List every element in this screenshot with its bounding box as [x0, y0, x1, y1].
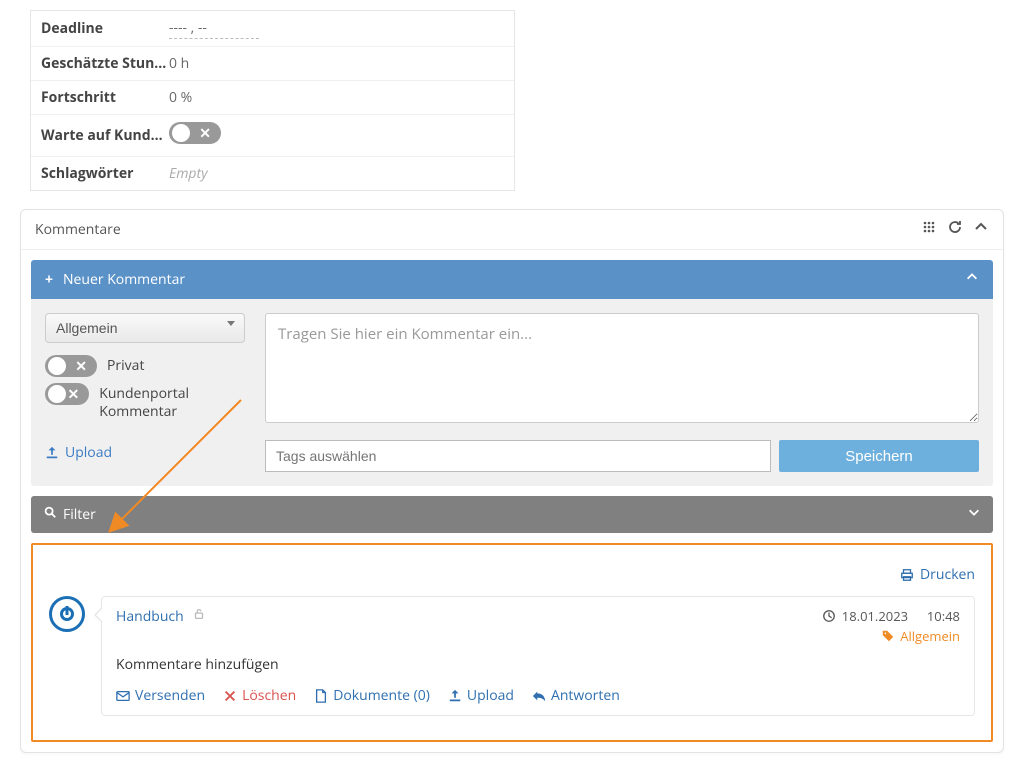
upload-icon: [45, 446, 59, 460]
category-select[interactable]: Allgemein: [45, 313, 245, 343]
new-comment-bar[interactable]: + Neuer Kommentar: [31, 260, 993, 299]
comment-author[interactable]: Handbuch: [116, 607, 184, 626]
row-tags: Schlagwörter Empty: [31, 157, 514, 190]
print-label: Drucken: [920, 565, 975, 584]
search-icon: [43, 505, 57, 524]
portal-label: Kundenportal Kommentar: [99, 383, 245, 421]
comment-text: Kommentare hinzufügen: [116, 655, 960, 674]
privat-toggle[interactable]: ✕: [45, 355, 97, 377]
privat-row: ✕ Privat: [45, 355, 245, 377]
print-link[interactable]: Drucken: [49, 565, 975, 584]
comments-panel: Kommentare + Neuer Kommentar Allgemein: [20, 209, 1004, 753]
row-progress: Fortschritt 0 %: [31, 81, 514, 115]
value-wait: ✕: [169, 122, 504, 149]
send-button[interactable]: Versenden: [116, 686, 205, 705]
plus-icon: +: [45, 270, 53, 289]
portal-row: ✕ Kundenportal Kommentar: [45, 383, 245, 421]
mail-icon: [116, 689, 130, 703]
drag-icon[interactable]: [921, 219, 937, 240]
wait-toggle[interactable]: ✕: [169, 122, 221, 144]
category-select-wrap: Allgemein: [45, 313, 245, 343]
value-hours[interactable]: 0 h: [169, 54, 504, 73]
print-icon: [900, 568, 914, 582]
avatar: [49, 596, 85, 632]
chevron-up-icon[interactable]: [965, 270, 979, 289]
value-progress[interactable]: 0 %: [169, 88, 504, 107]
row-deadline: Deadline ---- , --: [31, 11, 514, 47]
portal-toggle[interactable]: ✕: [45, 383, 89, 405]
close-icon: [223, 689, 237, 703]
filter-bar[interactable]: Filter: [31, 496, 993, 533]
document-icon: [314, 689, 328, 703]
comment-date: 18.01.2023 10:48: [822, 607, 960, 625]
refresh-icon[interactable]: [947, 219, 963, 240]
upload-icon: [448, 689, 462, 703]
unlock-icon: [192, 607, 206, 625]
tags-input[interactable]: [265, 440, 771, 472]
upload-label: Upload: [65, 443, 112, 462]
close-icon: ✕: [75, 357, 87, 376]
panel-title: Kommentare: [35, 220, 921, 239]
documents-button[interactable]: Dokumente (0): [314, 686, 430, 705]
label-hours: Geschätzte Stun…: [41, 54, 169, 73]
privat-label: Privat: [107, 355, 144, 375]
comment-tag[interactable]: Allgemein: [881, 627, 960, 645]
label-deadline: Deadline: [41, 19, 169, 38]
power-icon: [60, 607, 74, 621]
toggle-knob: [172, 124, 190, 142]
row-wait: Warte auf Kunde… ✕: [31, 115, 514, 157]
reply-button[interactable]: Antworten: [532, 686, 620, 705]
panel-header: Kommentare: [21, 210, 1003, 250]
chevron-down-icon[interactable]: [967, 505, 981, 524]
label-progress: Fortschritt: [41, 88, 169, 107]
filter-label: Filter: [63, 505, 96, 524]
save-button[interactable]: Speichern: [779, 440, 979, 472]
new-comment-label: Neuer Kommentar: [63, 270, 185, 289]
chevron-up-icon[interactable]: [973, 219, 989, 240]
row-hours: Geschätzte Stun… 0 h: [31, 47, 514, 81]
close-icon: ✕: [68, 385, 80, 404]
comment-body: Handbuch 18.01.2023 10:48 Allgemein: [101, 596, 975, 716]
comment-form: Allgemein ✕ Privat ✕ Kundenportal Kommen…: [31, 299, 993, 486]
tag-icon: [881, 629, 895, 643]
details-table: Deadline ---- , -- Geschätzte Stun… 0 h …: [30, 10, 515, 191]
upload-button[interactable]: Upload: [448, 686, 514, 705]
comment-item: Handbuch 18.01.2023 10:48 Allgemein: [49, 596, 975, 716]
reply-icon: [532, 689, 546, 703]
label-tags: Schlagwörter: [41, 164, 169, 183]
upload-link[interactable]: Upload: [45, 443, 112, 462]
comments-list: Drucken Handbuch 18.01.2023 10:48: [31, 543, 993, 742]
value-tags[interactable]: Empty: [169, 164, 504, 183]
label-wait: Warte auf Kunde…: [41, 126, 169, 145]
delete-button[interactable]: Löschen: [223, 686, 296, 705]
close-icon: ✕: [199, 124, 211, 143]
comment-textarea[interactable]: [265, 313, 979, 423]
value-deadline[interactable]: ---- , --: [169, 18, 259, 39]
clock-icon: [822, 609, 836, 623]
comment-actions: Versenden Löschen Dokumente (0) Upload: [116, 686, 960, 705]
